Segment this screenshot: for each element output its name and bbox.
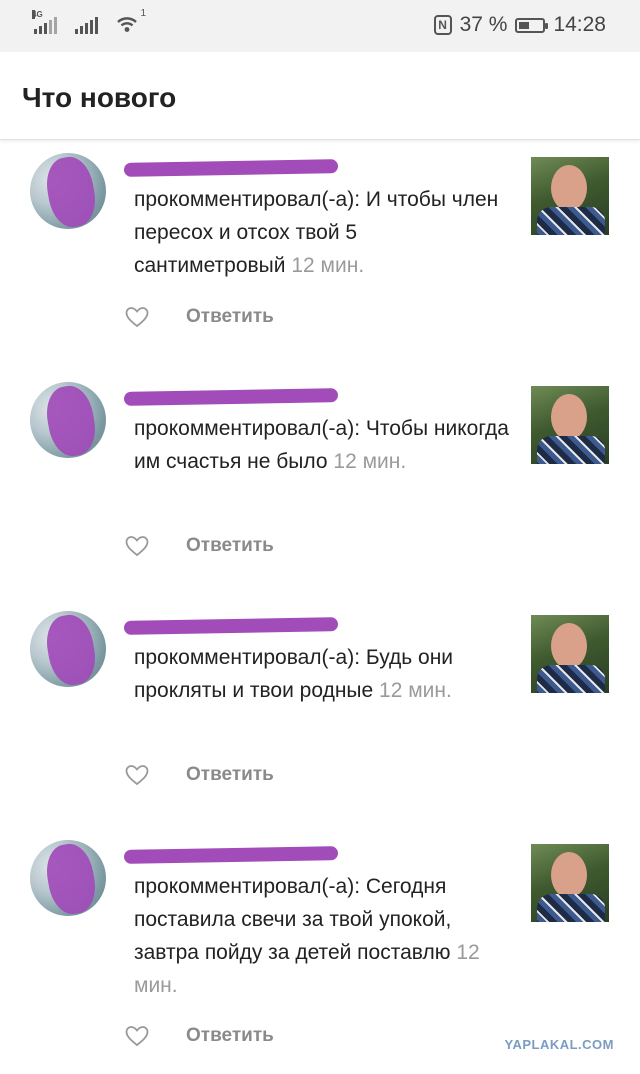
comment-text: прокомментировал(-а): Сегодня поставила … [134, 875, 452, 964]
redacted-username [123, 388, 339, 406]
status-left: 4G 1 [32, 8, 146, 34]
comment-time: 12 мин. [291, 254, 365, 277]
avatar[interactable] [30, 840, 106, 916]
signal-icon-2 [75, 16, 98, 34]
redacted-username [123, 617, 339, 635]
wifi-icon: 1 [116, 8, 146, 34]
post-thumbnail[interactable] [531, 615, 609, 693]
post-thumbnail[interactable] [531, 844, 609, 922]
item-actions: Ответить [124, 1024, 274, 1048]
heart-outline-icon[interactable] [124, 763, 150, 787]
redacted-username [123, 159, 339, 177]
site-watermark: YAPLAKAL.COM [504, 1037, 614, 1052]
thumbnail-face [551, 852, 587, 898]
heart-outline-icon[interactable] [124, 534, 150, 558]
reply-button[interactable]: Ответить [186, 535, 274, 557]
network-type-label: 4G [32, 10, 43, 19]
item-actions: Ответить [124, 534, 274, 558]
avatar[interactable] [30, 611, 106, 687]
avatar[interactable] [30, 153, 106, 229]
signal-icon: 4G [32, 10, 57, 34]
redaction-scribble [42, 840, 100, 916]
reply-button[interactable]: Ответить [186, 764, 274, 786]
redaction-scribble [42, 153, 100, 229]
thumbnail-face [551, 623, 587, 669]
thumbnail-face [551, 394, 587, 440]
redacted-username [123, 846, 339, 864]
notification-item[interactable]: прокомментировал(-а): Будь они прокляты … [0, 599, 640, 828]
notification-feed[interactable]: прокомментировал(-а): И чтобы член перес… [0, 141, 640, 1057]
notification-item[interactable]: прокомментировал(-а): Чтобы никогда им с… [0, 370, 640, 599]
redaction-scribble [42, 382, 100, 458]
thumbnail-shirt [537, 207, 605, 235]
battery-fill [519, 21, 530, 29]
heart-outline-icon[interactable] [124, 305, 150, 329]
post-thumbnail[interactable] [531, 386, 609, 464]
status-right: N 37 % 14:28 [433, 13, 606, 37]
post-thumbnail[interactable] [531, 157, 609, 235]
thumbnail-shirt [537, 894, 605, 922]
reply-button[interactable]: Ответить [186, 1025, 274, 1047]
comment-text-block[interactable]: прокомментировал(-а): Сегодня поставила … [134, 870, 509, 1002]
clock: 14:28 [553, 13, 606, 36]
comment-text: прокомментировал(-а): Чтобы никогда им с… [134, 417, 509, 473]
notification-item[interactable]: прокомментировал(-а): Сегодня поставила … [0, 828, 640, 1057]
app-header: Что нового [0, 52, 640, 140]
nfc-icon: N [433, 15, 452, 35]
avatar[interactable] [30, 382, 106, 458]
comment-text-block[interactable]: прокомментировал(-а): И чтобы член перес… [134, 183, 509, 282]
comment-time: 12 мин. [333, 450, 407, 473]
item-actions: Ответить [124, 763, 274, 787]
comment-time: 12 мин. [379, 679, 452, 702]
heart-outline-icon[interactable] [124, 1024, 150, 1048]
page-title: Что нового [22, 82, 177, 113]
redaction-scribble [42, 611, 100, 687]
notification-item[interactable]: прокомментировал(-а): И чтобы член перес… [0, 141, 640, 370]
thumbnail-shirt [537, 665, 605, 693]
reply-button[interactable]: Ответить [186, 306, 274, 328]
item-actions: Ответить [124, 305, 274, 329]
comment-text-block[interactable]: прокомментировал(-а): Будь они прокляты … [134, 641, 509, 707]
wifi-badge: 1 [140, 8, 146, 19]
comment-text-block[interactable]: прокомментировал(-а): Чтобы никогда им с… [134, 412, 509, 478]
thumbnail-face [551, 165, 587, 211]
status-bar: 4G 1 N 37 % 14:28 [0, 0, 640, 52]
thumbnail-shirt [537, 436, 605, 464]
battery-percent: 37 % [459, 13, 508, 36]
battery-icon [515, 17, 549, 33]
